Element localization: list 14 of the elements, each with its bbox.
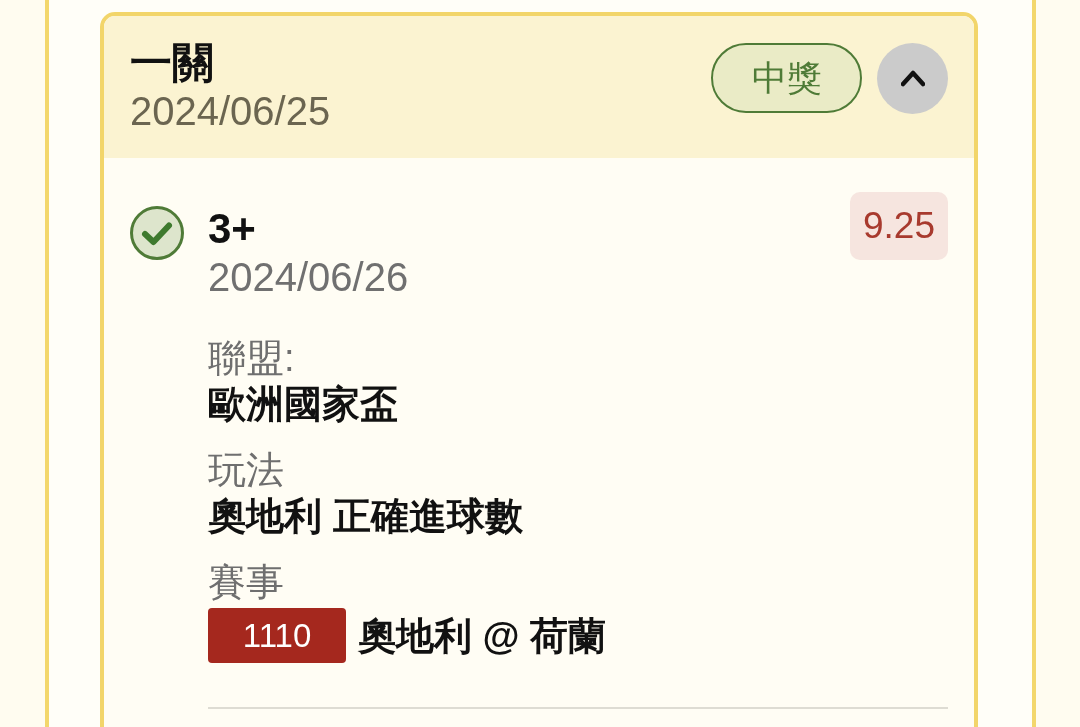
field-label: 玩法 bbox=[208, 448, 285, 493]
field-value: 歐洲國家盃 bbox=[208, 382, 399, 427]
bet-type-title: 一關 bbox=[130, 38, 215, 88]
odds-tag: 9.25 bbox=[850, 192, 948, 260]
match-teams: 奧地利 @ 荷蘭 bbox=[358, 613, 607, 659]
match-number-tag: 1110 bbox=[208, 608, 346, 663]
prize-status-tag: 中獎 bbox=[711, 43, 862, 113]
field-label: 聯盟: bbox=[208, 336, 296, 381]
match-date: 2024/06/26 bbox=[208, 254, 410, 300]
field-label: 賽事 bbox=[208, 560, 285, 605]
chevron-up-icon bbox=[900, 68, 925, 89]
field-value: 奧地利 正確進球數 bbox=[208, 494, 524, 539]
bet-date: 2024/06/25 bbox=[130, 88, 332, 134]
selection-label: 3+ bbox=[208, 204, 257, 254]
